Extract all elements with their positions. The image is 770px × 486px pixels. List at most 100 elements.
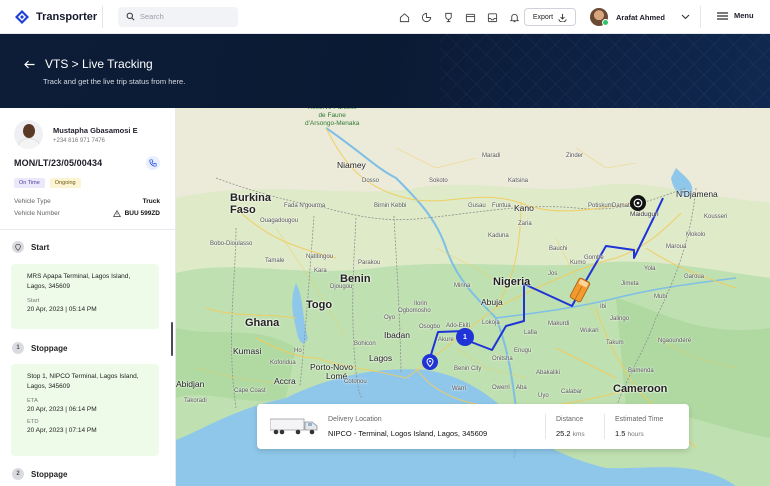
map-town: Aba [516,385,527,391]
top-bar: Transporter Export Arafat Ahmed Menu [0,0,770,34]
map-town: Takoradi [184,398,207,404]
step-number: 1 [12,342,24,354]
timeline-start-card[interactable]: MRS Apapa Terminal, Lagos Island, Lagos,… [11,264,159,329]
bell-icon[interactable] [507,10,521,24]
map-town: Katsina [508,178,529,184]
destination-marker-icon[interactable] [629,194,647,212]
divider [545,414,546,439]
map-town: Kumo [570,260,586,266]
divider [604,414,605,439]
map-town: Djougou [330,284,353,290]
map-town: Lafia [524,330,538,336]
map-label-ibadan: Ibadan [384,330,410,340]
home-icon[interactable] [397,10,411,24]
map-town: Cape Coast [234,388,266,394]
trophy-icon[interactable] [441,10,455,24]
timeline-stoppage-1-header: 1 Stoppage [12,342,67,354]
export-button[interactable]: Export [524,8,576,26]
map-town: Jos [548,271,558,277]
truck-icon [270,418,318,435]
distance-value-wrap: 25.2 kms [556,429,585,438]
timeline-stoppage-1-title: Stoppage [31,343,68,353]
top-icon-bar [397,10,521,24]
transporter-logo-icon [15,9,29,24]
divider [700,6,701,28]
map-label-kumasi: Kumasi [233,346,262,356]
map-town: Abakaliki [536,370,561,376]
user-name: Arafat Ahmed [616,12,665,22]
map-town: Birnin Kebbi [374,203,407,209]
map-town: Kaduna [488,233,509,239]
call-button[interactable] [146,156,160,170]
map-town: Ibi [600,304,607,310]
vehicle-type-row: Vehicle Type Truck [14,198,160,205]
user-avatar [590,8,609,26]
delivery-location-label: Delivery Location [328,416,382,423]
user-profile[interactable]: Arafat Ahmed [590,8,690,26]
delivery-summary-card: Delivery Location NIPCO - Terminal, Logo… [257,404,689,449]
stoppage-1-etd-label: ETD [27,419,39,425]
map-town: Maradi [482,153,501,159]
vehicle-number-value: BUU 599ZD [124,210,160,217]
driver-info: Mustapha Gbasamosi E +234 816 971 7476 [14,120,138,149]
map-label-abidjan: Abidjan [176,379,205,389]
page-subtitle: Track and get the live trip status from … [43,77,186,86]
divider [0,229,175,230]
trip-id: MON/LT/23/05/00434 [14,158,103,168]
search-box[interactable] [118,6,238,27]
stoppage-1-etd: 20 Apr, 2023 | 07:14 PM [27,427,97,434]
map-town: Oyo [384,315,396,321]
map-town: Sokoto [429,178,448,184]
analytics-icon[interactable] [419,10,433,24]
sidebar-scrollbar[interactable] [171,322,173,356]
calendar-icon[interactable] [463,10,477,24]
stoppage-marker[interactable]: 1 [456,328,474,346]
brand[interactable]: Transporter [14,9,102,25]
estimated-time-wrap: 1.5 hours [615,429,644,438]
menu-button[interactable]: Menu [717,11,754,20]
map-town: Bamenda [628,368,654,374]
timeline-stoppage-1-card[interactable]: Stop 1, NIPCO Terminal, Lagos Island, La… [11,364,159,456]
location-pin-icon [12,241,24,253]
map-town: Cotonou [344,379,367,385]
start-location-pin-icon[interactable] [421,353,439,371]
start-time: 20 Apr, 2023 | 05:14 PM [27,306,97,313]
map-town: Bohicon [354,341,376,347]
hamburger-icon [717,11,728,20]
estimated-time-label: Estimated Time [615,416,664,423]
map-town: Kousseri [704,214,728,220]
brand-name: Transporter [36,10,98,23]
truck-marker-icon[interactable] [568,276,592,304]
search-input[interactable] [140,12,230,21]
vehicle-type-label: Vehicle Type [14,198,51,205]
map-label-cameroon: Cameroon [613,383,668,395]
estimated-time-value: 1.5 [615,429,626,438]
status-badges: On Time Ongoing [14,178,81,188]
inbox-icon[interactable] [485,10,499,24]
divider [102,5,103,28]
map-town: Fada N'gourma [284,203,326,209]
delivery-location-value: NIPCO - Terminal, Logos Island, Lagos, 3… [328,429,488,438]
back-arrow-icon[interactable] [24,60,35,69]
map-town: Gusau [468,203,486,209]
map-town: Tamale [265,258,285,264]
vehicle-type-value: Truck [142,198,160,205]
map-label-accra: Accra [274,376,296,386]
map-town: Warri [452,386,467,392]
map-town: Koforidua [270,360,296,366]
vehicle-number-row: Vehicle Number BUU 599ZD [14,210,160,217]
stoppage-1-address: Stop 1, NIPCO Terminal, Lagos Island, La… [27,373,139,390]
vehicle-number-wrap: BUU 599ZD [112,210,160,217]
map-label-niamey: Niamey [337,160,366,170]
chevron-down-icon[interactable] [681,14,690,20]
map-town: Benin City [454,366,482,372]
timeline-start-title: Start [31,242,50,252]
driver-avatar [14,120,43,149]
map-town: Jimeta [621,281,639,287]
map-town: Lokoja [482,320,500,326]
map-label-burkina-faso: Burkina Faso [230,192,271,216]
page-header: VTS > Live Tracking Track and get the li… [0,34,770,108]
map-town: Owerri [492,385,510,391]
map-town: Zinder [566,153,584,159]
map-label-kano: Kano [514,203,534,213]
